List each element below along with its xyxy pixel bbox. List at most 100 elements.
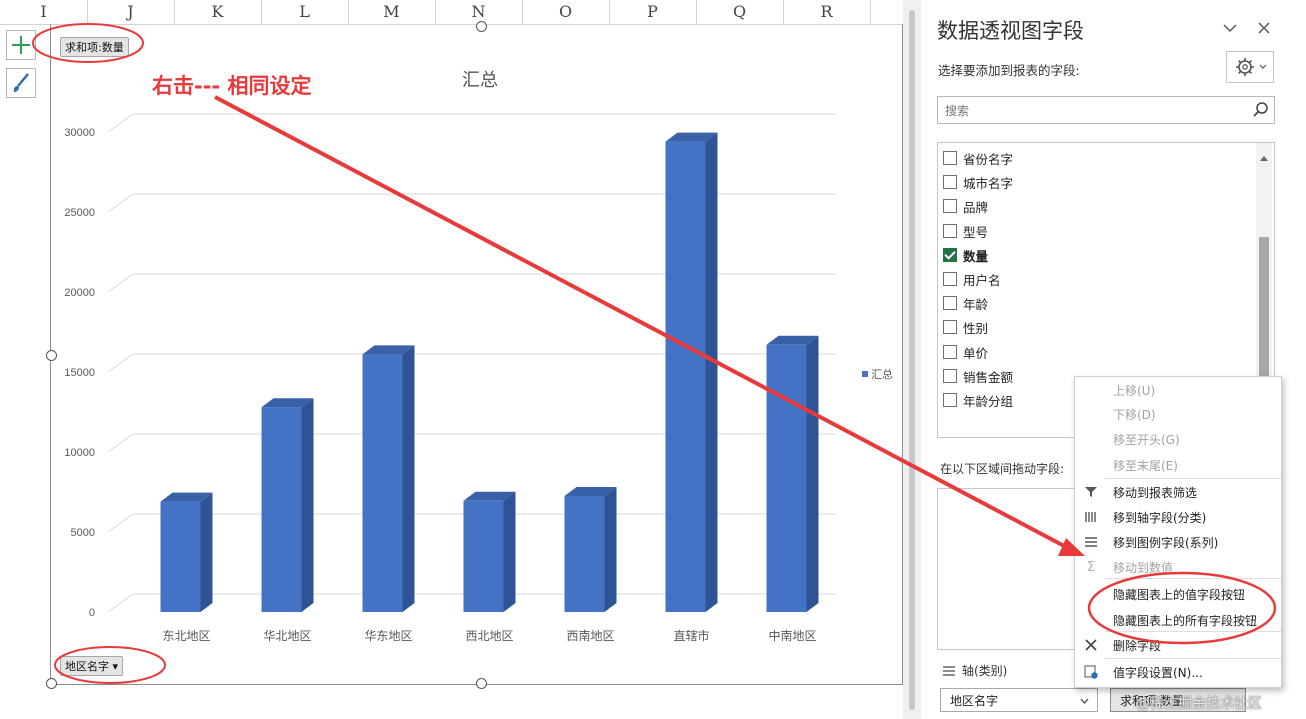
context-menu: 上移(U) 下移(D) 移至开头(G) 移至末尾(E) 移动到报表筛选 移到轴字段(分类)… bbox=[1074, 376, 1282, 688]
filter-icon bbox=[1083, 485, 1099, 501]
bar-side bbox=[402, 345, 415, 612]
bar bbox=[160, 492, 213, 612]
bar-side bbox=[301, 398, 314, 612]
pane-title: 数据透视图字段 bbox=[937, 19, 1084, 43]
menu-separator bbox=[1105, 478, 1281, 479]
bar-front bbox=[766, 344, 807, 612]
bar-front bbox=[362, 354, 403, 612]
bar-side bbox=[806, 335, 819, 612]
field-label: 性别 bbox=[963, 321, 989, 337]
context-menu-item[interactable]: 删除字段 bbox=[1075, 634, 1281, 658]
settings-button[interactable] bbox=[1226, 51, 1274, 83]
context-menu-item[interactable]: 移到轴字段(分类) bbox=[1075, 506, 1281, 530]
field-checkbox[interactable] bbox=[943, 320, 957, 335]
context-menu-item[interactable]: 隐藏图表上的值字段按钮 bbox=[1075, 583, 1281, 607]
x-category-label: 华东地区 bbox=[364, 629, 412, 643]
scrollbar-thumb[interactable] bbox=[1259, 237, 1269, 377]
x-category-label: 中南地区 bbox=[768, 628, 816, 643]
bar bbox=[261, 398, 314, 612]
context-menu-item[interactable]: 移动到报表筛选 bbox=[1075, 481, 1281, 505]
axis-area-icon bbox=[942, 662, 956, 681]
y-tick-label: 0 bbox=[89, 607, 95, 619]
watermark: @稀土掘金技术社区 bbox=[1136, 696, 1262, 712]
context-menu-item[interactable]: 移至末尾(E) bbox=[1075, 454, 1281, 478]
close-icon[interactable] bbox=[1256, 20, 1272, 40]
field-checkbox[interactable] bbox=[943, 393, 957, 407]
drag-caption: 在以下区域间拖动字段: bbox=[940, 462, 1065, 476]
bar bbox=[564, 487, 617, 612]
context-menu-item[interactable]: 移到图例字段(系列) bbox=[1075, 531, 1281, 555]
field-checkbox[interactable] bbox=[943, 199, 957, 214]
y-tick-label: 10000 bbox=[64, 447, 95, 459]
context-menu-item-label: 下移(D) bbox=[1113, 408, 1156, 422]
axis-field-chip[interactable]: 地区名字 bbox=[940, 688, 1098, 712]
gridline bbox=[107, 113, 835, 133]
context-menu-item-label: 隐藏图表上的所有字段按钮 bbox=[1113, 614, 1258, 628]
y-tick-label: 5000 bbox=[71, 527, 95, 539]
context-menu-item-label: 值字段设置(N)... bbox=[1113, 666, 1203, 680]
pane-splitter[interactable] bbox=[903, 0, 921, 719]
bar-side bbox=[705, 132, 718, 612]
chevron-down-icon bbox=[1080, 698, 1089, 704]
menu-separator bbox=[1105, 578, 1281, 579]
gridline bbox=[107, 273, 835, 293]
context-menu-item-label: 移动到数值 bbox=[1113, 561, 1174, 575]
field-checkbox[interactable] bbox=[943, 272, 957, 286]
field-label: 销售金额 bbox=[963, 369, 1014, 385]
context-menu-item[interactable]: 上移(U) bbox=[1075, 379, 1281, 403]
x-category-label: 直辖市 bbox=[673, 628, 709, 643]
value-settings-icon bbox=[1083, 665, 1099, 681]
gridline bbox=[107, 193, 835, 213]
x-category-label: 西北地区 bbox=[465, 629, 513, 643]
legend-label: 汇总 bbox=[871, 367, 893, 381]
gridline bbox=[107, 433, 835, 453]
context-menu-item-label: 移动到报表筛选 bbox=[1113, 486, 1198, 500]
chart-plot: 0 5000 10000 15000 20000 25000 30000 东北地区 华北地区 华… bbox=[64, 113, 893, 643]
bar-front bbox=[261, 407, 302, 612]
context-menu-item[interactable]: 下移(D) bbox=[1075, 403, 1281, 427]
field-checkbox[interactable] bbox=[943, 247, 957, 262]
splitter-grip bbox=[909, 10, 915, 710]
context-menu-item-label: 删除字段 bbox=[1113, 639, 1162, 653]
field-checkbox[interactable] bbox=[943, 344, 957, 359]
field-label: 省份名字 bbox=[963, 152, 1014, 167]
field-checkbox[interactable] bbox=[943, 223, 957, 238]
axis-field-chip-label: 地区名字 bbox=[950, 694, 999, 708]
field-label: 单价 bbox=[963, 345, 989, 361]
axis-icon bbox=[1083, 510, 1099, 526]
search-icon bbox=[1253, 102, 1268, 117]
bar-front bbox=[463, 500, 504, 612]
bar-front bbox=[564, 496, 605, 612]
field-label: 型号 bbox=[963, 224, 989, 240]
context-menu-item-label: 移到图例字段(系列) bbox=[1113, 536, 1219, 550]
y-tick-label: 25000 bbox=[64, 207, 95, 219]
context-menu-item-label: 上移(U) bbox=[1113, 384, 1156, 398]
field-checkbox[interactable] bbox=[943, 175, 957, 190]
scroll-up-icon[interactable] bbox=[1259, 147, 1269, 166]
search-input[interactable]: 搜索 bbox=[937, 96, 1275, 124]
x-axis-labels: 东北地区 华北地区 华东地区 西北地区 西南地区 直辖市 中南地区 bbox=[162, 628, 816, 643]
context-menu-item[interactable]: 值字段设置(N)... bbox=[1075, 661, 1281, 685]
context-menu-item-label: 移至末尾(E) bbox=[1113, 459, 1178, 473]
field-checkbox[interactable] bbox=[943, 151, 957, 165]
y-tick-label: 15000 bbox=[64, 367, 95, 379]
context-menu-item[interactable]: 移至开头(G) bbox=[1075, 428, 1281, 452]
bar-side bbox=[503, 491, 516, 612]
field-checkbox[interactable] bbox=[943, 368, 957, 383]
context-menu-item-label: 移至开头(G) bbox=[1113, 433, 1180, 447]
legend-icon bbox=[1083, 535, 1099, 551]
context-menu-item[interactable]: Σ 移动到数值 bbox=[1075, 556, 1281, 580]
sigma-icon: Σ bbox=[1086, 560, 1096, 575]
context-menu-item[interactable]: 隐藏图表上的所有字段按钮 bbox=[1075, 609, 1281, 633]
menu-separator bbox=[1105, 631, 1281, 632]
y-tick-label: 20000 bbox=[64, 287, 95, 299]
gridline bbox=[107, 353, 835, 373]
bar-series bbox=[160, 132, 819, 612]
field-checkbox[interactable] bbox=[943, 296, 957, 311]
field-label: 数量 bbox=[963, 248, 989, 264]
chevron-down-icon[interactable] bbox=[1222, 20, 1238, 40]
field-label: 年龄 bbox=[963, 297, 989, 313]
context-menu-item-label: 移到轴字段(分类) bbox=[1113, 511, 1207, 525]
bar bbox=[665, 132, 718, 612]
legend: 汇总 bbox=[862, 367, 893, 381]
